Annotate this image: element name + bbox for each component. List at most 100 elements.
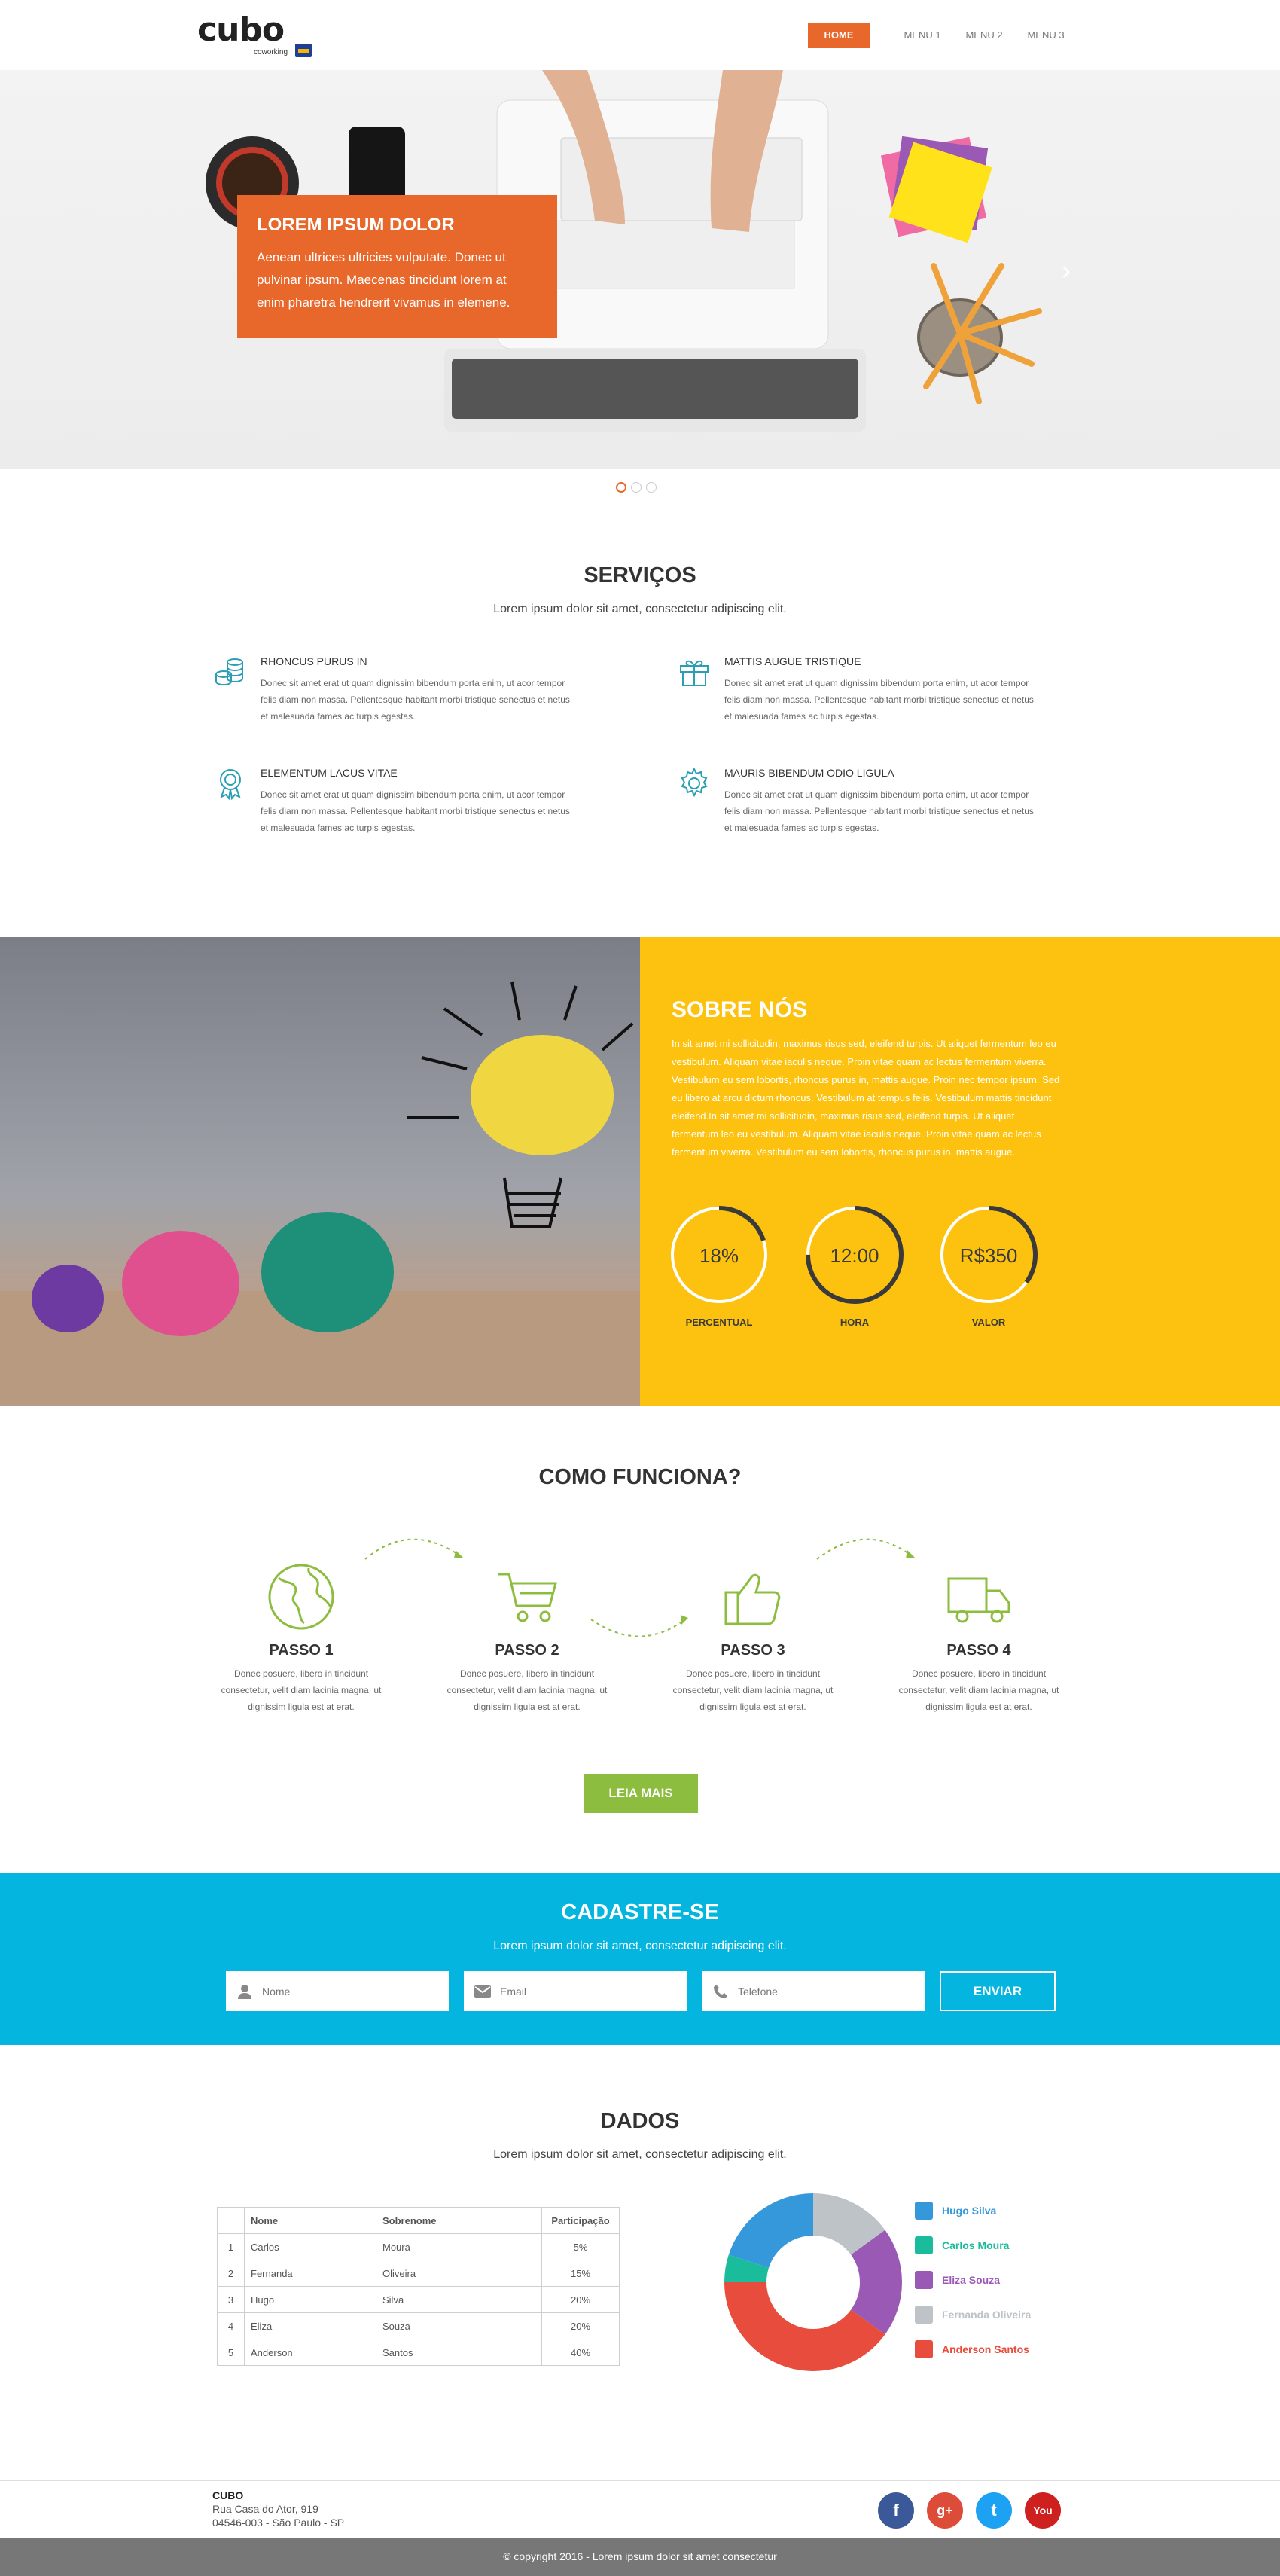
logo[interactable]: cubo coworking	[197, 14, 318, 62]
footer-company: CUBO	[212, 2489, 244, 2501]
step-title: PASSO 4	[946, 1642, 1011, 1659]
legend-item: Anderson Santos	[915, 2332, 1065, 2367]
table-header	[217, 2207, 245, 2234]
legend-swatch	[915, 2340, 933, 2358]
services-title: SERVIÇOS	[584, 563, 696, 588]
stat-ring: 12:00	[806, 1206, 904, 1304]
google-plus-icon[interactable]: g+	[927, 2492, 963, 2529]
stat-hora: 12:00 HORA	[802, 1204, 907, 1328]
youtube-icon[interactable]: You	[1025, 2492, 1061, 2529]
gear-icon	[681, 767, 708, 798]
facebook-icon[interactable]: f	[878, 2492, 914, 2529]
globe-icon	[268, 1564, 334, 1630]
email-placeholder: Email	[500, 1985, 527, 1998]
stat-ring: R$350	[940, 1206, 1038, 1304]
table-cell: Fernanda	[244, 2260, 376, 2287]
table-cell: Moura	[376, 2233, 542, 2260]
step-text: Donec posuere, libero in tincidunt conse…	[898, 1668, 1059, 1712]
table-cell: 40%	[541, 2339, 620, 2366]
phone-placeholder: Telefone	[738, 1985, 778, 1998]
step-text: Donec posuere, libero in tincidunt conse…	[672, 1668, 834, 1712]
brand-badge-icon	[295, 44, 312, 57]
legend-item: Hugo Silva	[915, 2193, 1065, 2228]
send-button[interactable]: ENVIAR	[940, 1971, 1056, 2011]
donut-slice-hugo-silva	[728, 2193, 813, 2268]
service-title: ELEMENTUM LACUS VITAE	[261, 767, 398, 779]
step-title: PASSO 2	[495, 1642, 559, 1659]
thumbs-up-icon	[724, 1573, 781, 1625]
step-2: PASSO 2 Donec posuere, libero in tincidu…	[444, 1559, 610, 1715]
stat-percentual: 18% PERCENTUAL	[666, 1204, 772, 1328]
legend-label: Anderson Santos	[942, 2343, 1029, 2355]
copyright: © copyright 2016 - Lorem ipsum dolor sit…	[0, 2538, 1280, 2576]
footer-address: CUBO Rua Casa do Ator, 919 04546-003 - S…	[212, 2489, 344, 2529]
legend-swatch	[915, 2271, 933, 2289]
step-4: PASSO 4 Donec posuere, libero in tincidu…	[896, 1559, 1062, 1715]
legend-label: Fernanda Oliveira	[942, 2309, 1032, 2321]
chevron-right-icon[interactable]: ›	[1062, 257, 1071, 284]
name-field[interactable]: Nome	[226, 1971, 449, 2011]
nav-menu-3[interactable]: MENU 3	[1023, 23, 1068, 48]
service-text: Donec sit amet erat ut quam dignissim bi…	[724, 678, 1034, 722]
stat-label: HORA	[840, 1317, 870, 1328]
signup-subtitle: Lorem ipsum dolor sit amet, consectetur …	[493, 1940, 787, 1952]
legend-swatch	[915, 2236, 933, 2254]
twitter-icon[interactable]: t	[976, 2492, 1012, 2529]
award-icon	[220, 769, 241, 800]
slider-dot-2[interactable]	[631, 482, 642, 493]
legend-label: Hugo Silva	[942, 2205, 997, 2217]
slider-dot-3[interactable]	[646, 482, 657, 493]
table-row: 5 Anderson Santos 40%	[217, 2339, 620, 2366]
step-text: Donec posuere, libero in tincidunt conse…	[446, 1668, 608, 1712]
table-header-row: Nome Sobrenome Participação	[217, 2207, 620, 2234]
nav-menu-2[interactable]: MENU 2	[962, 23, 1007, 48]
nav-menu-1[interactable]: MENU 1	[900, 23, 945, 48]
footer-address-line-2: 04546-003 - São Paulo - SP	[212, 2516, 345, 2529]
stat-label: VALOR	[971, 1317, 1006, 1328]
signup-title: CADASTRE-SE	[561, 1900, 719, 1924]
stat-ring: 18%	[670, 1206, 768, 1304]
table-cell: Anderson	[244, 2339, 376, 2366]
table-header: Nome	[244, 2207, 376, 2234]
phone-field[interactable]: Telefone	[702, 1971, 925, 2011]
hero-caption: LOREM IPSUM DOLOR Aenean ultrices ultric…	[237, 195, 557, 338]
table-header: Participação	[541, 2207, 620, 2234]
hero-image	[206, 70, 1042, 432]
service-text: Donec sit amet erat ut quam dignissim bi…	[261, 789, 570, 833]
slider-dots	[616, 482, 657, 493]
logo-text: cubo	[197, 11, 285, 49]
table-cell: 2	[217, 2260, 245, 2287]
step-1: PASSO 1 Donec posuere, libero in tincidu…	[218, 1559, 384, 1715]
slider-dot-1[interactable]	[616, 482, 626, 493]
table-cell: Santos	[376, 2339, 542, 2366]
email-field[interactable]: Email	[464, 1971, 687, 2011]
table-cell: Silva	[376, 2286, 542, 2313]
table-cell: 1	[217, 2233, 245, 2260]
table-row: 1 Carlos Moura 5%	[217, 2233, 620, 2260]
step-text: Donec posuere, libero in tincidunt conse…	[221, 1668, 382, 1712]
table-row: 3 Hugo Silva 20%	[217, 2286, 620, 2313]
logo-tagline: coworking	[254, 48, 288, 56]
nav-home[interactable]: HOME	[808, 23, 870, 48]
user-icon	[236, 1983, 253, 2000]
read-more-button[interactable]: LEIA MAIS	[584, 1774, 698, 1813]
service-title: MAURIS BIBENDUM ODIO LIGULA	[724, 767, 894, 779]
table-row: 2 Fernanda Oliveira 15%	[217, 2260, 620, 2287]
about-image	[0, 937, 640, 1406]
data-title: DADOS	[600, 2109, 680, 2133]
table-cell: 4	[217, 2312, 245, 2339]
table-header: Sobrenome	[376, 2207, 542, 2234]
legend-label: Eliza Souza	[942, 2274, 1001, 2286]
legend-swatch	[915, 2306, 933, 2324]
legend-label: Carlos Moura	[942, 2239, 1010, 2251]
coins-icon	[215, 658, 243, 686]
stat-value: R$350	[960, 1244, 1018, 1267]
site-header: cubo coworking HOME MENU 1 MENU 2 MENU 3	[0, 0, 1280, 70]
gift-icon	[680, 660, 709, 686]
table-cell: 20%	[541, 2286, 620, 2313]
stat-value: 18%	[699, 1244, 739, 1267]
site-footer: CUBO Rua Casa do Ator, 919 04546-003 - S…	[0, 2480, 1280, 2538]
legend-swatch	[915, 2202, 933, 2220]
about-title: SOBRE NÓS	[672, 997, 808, 1022]
about-text: In sit amet mi sollicitudin, maximus ris…	[672, 1038, 1060, 1158]
